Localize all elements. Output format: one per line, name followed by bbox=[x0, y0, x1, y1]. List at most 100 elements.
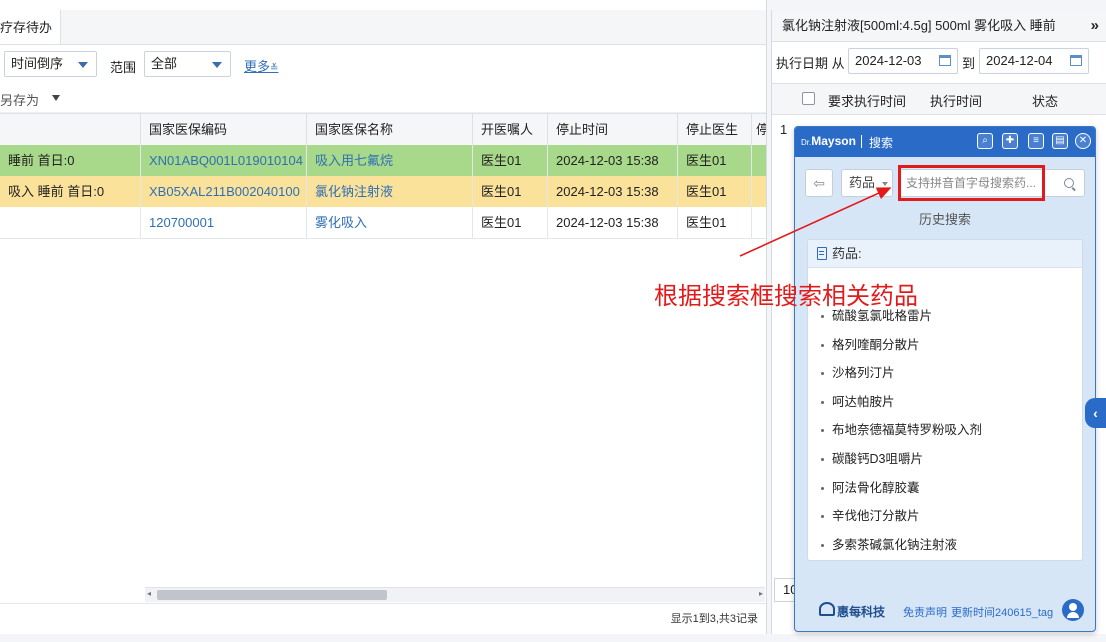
table-cell-code[interactable]: XB05XAL211B002040100 bbox=[141, 176, 307, 207]
inbox-icon[interactable]: ▤ bbox=[1052, 133, 1068, 149]
table-cell-stop-time: 2024-12-03 15:38 bbox=[548, 145, 678, 176]
column-header-exec-time[interactable]: 执行时间 bbox=[930, 91, 982, 110]
execution-grid-header: 要求执行时间 执行时间 状态 bbox=[772, 83, 1106, 115]
search-icon[interactable]: ⌕ bbox=[977, 133, 993, 149]
mayson-footer: 惠每科技 免责声明 更新时间240615_tag bbox=[795, 595, 1095, 631]
page-size-select[interactable]: 10 bbox=[774, 578, 796, 602]
date-range-row: 执行日期 从 2024-12-03 到 2024-12-04 bbox=[772, 45, 1106, 77]
company-name: 惠每科技 bbox=[837, 605, 886, 619]
company-logo-icon bbox=[819, 602, 835, 616]
table-cell-stop-time: 2024-12-03 15:38 bbox=[548, 176, 678, 207]
table-cell-name[interactable]: 吸入用七氟烷 bbox=[307, 145, 473, 176]
date-to-value: 2024-12-04 bbox=[986, 53, 1053, 68]
table-cell-doctor: 医生01 bbox=[473, 176, 548, 207]
column-header-required-time[interactable]: 要求执行时间 bbox=[828, 91, 906, 110]
result-item[interactable]: 格列喹酮分散片 bbox=[808, 331, 1082, 359]
column-header-stop-doctor[interactable]: 停止医生 bbox=[678, 114, 752, 145]
save-as-label: 另存为 bbox=[0, 93, 40, 108]
table-row[interactable]: 睡前 首日:0 XN01ABQ001L019010104 吸入用七氟烷 医生01 202… bbox=[0, 145, 766, 177]
result-item[interactable]: 阿法骨化醇胶囊 bbox=[808, 474, 1082, 502]
sort-select[interactable]: 时间倒序 bbox=[4, 51, 97, 77]
table-cell-code[interactable]: XN01ABQ001L019010104 bbox=[141, 145, 307, 176]
save-as-button[interactable]: 另存为 bbox=[0, 90, 39, 109]
orders-grid-header: 国家医保编码 国家医保名称 开医嘱人 停止时间 停止医生 停 bbox=[0, 113, 766, 146]
user-avatar-icon[interactable] bbox=[1062, 599, 1084, 621]
table-cell-doctor: 医生01 bbox=[473, 145, 548, 176]
expand-right-icon[interactable]: » bbox=[1091, 10, 1099, 42]
date-from-value: 2024-12-03 bbox=[855, 53, 922, 68]
disclaimer-link[interactable]: 免责声明 bbox=[903, 604, 947, 620]
calendar-icon[interactable] bbox=[939, 55, 951, 66]
mayson-header: Dr.Mayson 搜索 ⌕ ✚ ≡ ▤ ✕ bbox=[795, 127, 1095, 157]
result-item[interactable]: 布地奈德福莫特罗粉吸入剂 bbox=[808, 416, 1082, 444]
chevron-down-icon bbox=[212, 62, 222, 68]
annotation-arrow bbox=[739, 187, 892, 257]
orders-panel: 疗存待办 时间倒序 范围 全部 更多≚ 另存为 国家医保编码 国家医保名称 开医… bbox=[0, 0, 767, 634]
table-cell-stop-doctor: 医生01 bbox=[678, 145, 752, 176]
doctor-icon[interactable]: ✚ bbox=[1002, 133, 1018, 149]
order-title: 氯化钠注射液[500ml:4.5g] 500ml 雾化吸入 睡前 bbox=[782, 18, 1056, 33]
search-box-highlight bbox=[898, 165, 1045, 201]
range-select-value: 全部 bbox=[151, 56, 178, 71]
scroll-right-icon[interactable]: ▸ bbox=[759, 589, 763, 598]
update-time-text: 更新时间240615_tag bbox=[951, 607, 1054, 619]
row-number: 1 bbox=[780, 122, 788, 137]
table-cell-doctor: 医生01 bbox=[473, 207, 548, 238]
table-cell-stop-time: 2024-12-03 15:38 bbox=[548, 207, 678, 238]
column-header-prescriber[interactable]: 开医嘱人 bbox=[473, 114, 548, 145]
table-cell-prefix bbox=[0, 207, 141, 238]
range-select[interactable]: 全部 bbox=[144, 51, 231, 77]
mayson-logo-text: Mayson bbox=[811, 134, 856, 148]
table-cell-name[interactable]: 氯化钠注射液 bbox=[307, 176, 473, 207]
calendar-icon[interactable] bbox=[1070, 55, 1082, 66]
save-as-dropdown-icon[interactable] bbox=[52, 95, 60, 101]
scrollbar-thumb[interactable] bbox=[157, 590, 387, 600]
result-item[interactable]: 呵达帕胺片 bbox=[808, 388, 1082, 416]
mayson-logo: Dr.Mayson bbox=[801, 134, 856, 148]
more-filters-link[interactable]: 更多≚ bbox=[244, 56, 278, 75]
sort-select-value: 时间倒序 bbox=[11, 56, 64, 71]
horizontal-scrollbar[interactable]: ◂ ▸ bbox=[145, 587, 765, 602]
annotation-text: 根据搜索框搜索相关药品 bbox=[654, 282, 918, 310]
header-divider bbox=[861, 135, 862, 148]
result-item[interactable]: 辛伐他汀分散片 bbox=[808, 502, 1082, 530]
table-cell-name[interactable]: 雾化吸入 bbox=[307, 207, 473, 238]
form-icon[interactable]: ≡ bbox=[1028, 133, 1044, 149]
chevron-left-icon: ‹ bbox=[1093, 405, 1098, 421]
column-header-blank bbox=[0, 114, 141, 145]
column-header-status[interactable]: 状态 bbox=[1032, 91, 1058, 110]
double-chevron-down-icon: ≚ bbox=[270, 63, 279, 74]
column-header-insurance-code[interactable]: 国家医保编码 bbox=[141, 114, 307, 145]
pagination-bar: 显示1到3,共3记录 bbox=[0, 603, 766, 634]
result-item[interactable]: 沙格列汀片 bbox=[808, 359, 1082, 387]
tab-bar: 疗存待办 bbox=[0, 10, 766, 45]
date-from-input[interactable]: 2024-12-03 bbox=[848, 48, 958, 74]
column-header-stop-time[interactable]: 停止时间 bbox=[548, 114, 678, 145]
record-count-text: 显示1到3,共3记录 bbox=[670, 613, 758, 625]
table-cell-prefix: 睡前 首日:0 bbox=[0, 145, 141, 176]
table-cell-prefix: 吸入 睡前 首日:0 bbox=[0, 176, 141, 207]
search-icon[interactable] bbox=[1064, 178, 1074, 188]
select-all-checkbox[interactable] bbox=[802, 92, 815, 105]
range-label: 范围 bbox=[110, 60, 137, 75]
tab-pending-treatment[interactable]: 疗存待办 bbox=[0, 10, 62, 44]
table-row[interactable]: 吸入 睡前 首日:0 XB05XAL211B002040100 氯化钠注射液 医生01… bbox=[0, 176, 766, 208]
mayson-logo-prefix: Dr. bbox=[801, 138, 812, 147]
column-header-truncated[interactable]: 停 bbox=[752, 114, 766, 145]
chevron-down-icon bbox=[78, 62, 88, 68]
date-to-input[interactable]: 2024-12-04 bbox=[979, 48, 1089, 74]
result-item[interactable]: 碳酸钙D3咀嚼片 bbox=[808, 445, 1082, 473]
date-from-label: 执行日期 从 bbox=[776, 56, 845, 71]
table-cell-code[interactable]: 120700001 bbox=[141, 207, 307, 238]
execution-panel-title: 氯化钠注射液[500ml:4.5g] 500ml 雾化吸入 睡前 » bbox=[772, 10, 1106, 42]
result-item[interactable]: 多索茶碱氯化钠注射液 bbox=[808, 531, 1082, 559]
toolbar-row: 另存为 bbox=[0, 84, 766, 113]
column-header-insurance-name[interactable]: 国家医保名称 bbox=[307, 114, 473, 145]
scroll-left-icon[interactable]: ◂ bbox=[147, 589, 151, 598]
close-icon[interactable]: ✕ bbox=[1075, 133, 1091, 149]
mayson-title: 搜索 bbox=[869, 136, 894, 150]
collapse-panel-tab[interactable]: ‹ bbox=[1085, 398, 1106, 428]
more-filters-label: 更多 bbox=[244, 59, 271, 74]
filter-row: 时间倒序 范围 全部 更多≚ bbox=[0, 44, 766, 84]
table-row[interactable]: 120700001 雾化吸入 医生01 2024-12-03 15:38 医生01 bbox=[0, 207, 766, 239]
